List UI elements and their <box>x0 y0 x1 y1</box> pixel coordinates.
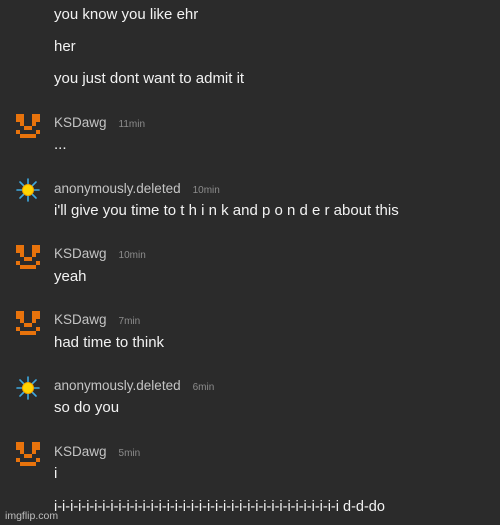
message-text: you know you like ehr <box>54 6 199 23</box>
timestamp: 10min <box>192 185 220 196</box>
username[interactable]: anonymously.deleted <box>54 181 181 196</box>
timestamp: 5min <box>118 448 141 459</box>
orange-pixel-face-icon[interactable] <box>16 442 40 466</box>
message-text: i-i-i-i-i-i-i-i-i-i-i-i-i-i-i-i-i-i-i-i-… <box>54 499 385 515</box>
username[interactable]: anonymously.deleted <box>54 378 181 393</box>
timestamp: 6min <box>192 382 215 393</box>
chat-log: you know you like ehr her you just dont … <box>0 0 500 525</box>
username[interactable]: KSDawg <box>54 115 107 130</box>
username[interactable]: KSDawg <box>54 312 107 327</box>
message-header: KSDawg 11min <box>54 115 145 130</box>
orange-pixel-face-icon[interactable] <box>16 245 40 269</box>
timestamp: 11min <box>118 119 146 130</box>
message-text: i'll give you time to t h i n k and p o … <box>54 202 399 219</box>
message-header: anonymously.deleted 6min <box>54 378 214 393</box>
watermark: imgflip.com <box>5 510 59 522</box>
message-text: ... <box>54 136 67 153</box>
timestamp: 7min <box>118 316 141 327</box>
sun-starburst-icon[interactable] <box>16 178 40 202</box>
message-header: anonymously.deleted 10min <box>54 181 220 196</box>
message-header: KSDawg 7min <box>54 312 140 327</box>
orange-pixel-face-icon[interactable] <box>16 114 40 138</box>
message-header: KSDawg 5min <box>54 444 140 459</box>
username[interactable]: KSDawg <box>54 246 107 261</box>
message-text: i <box>54 465 58 482</box>
sun-starburst-icon[interactable] <box>16 376 40 400</box>
orange-pixel-face-icon[interactable] <box>16 311 40 335</box>
username[interactable]: KSDawg <box>54 444 107 459</box>
message-header: KSDawg 10min <box>54 246 146 261</box>
message-text: you just dont want to admit it <box>54 70 245 87</box>
message-text: her <box>54 38 76 55</box>
message-text: had time to think <box>54 334 165 351</box>
message-text: yeah <box>54 268 87 285</box>
timestamp: 10min <box>118 250 146 261</box>
message-text: so do you <box>54 399 120 416</box>
